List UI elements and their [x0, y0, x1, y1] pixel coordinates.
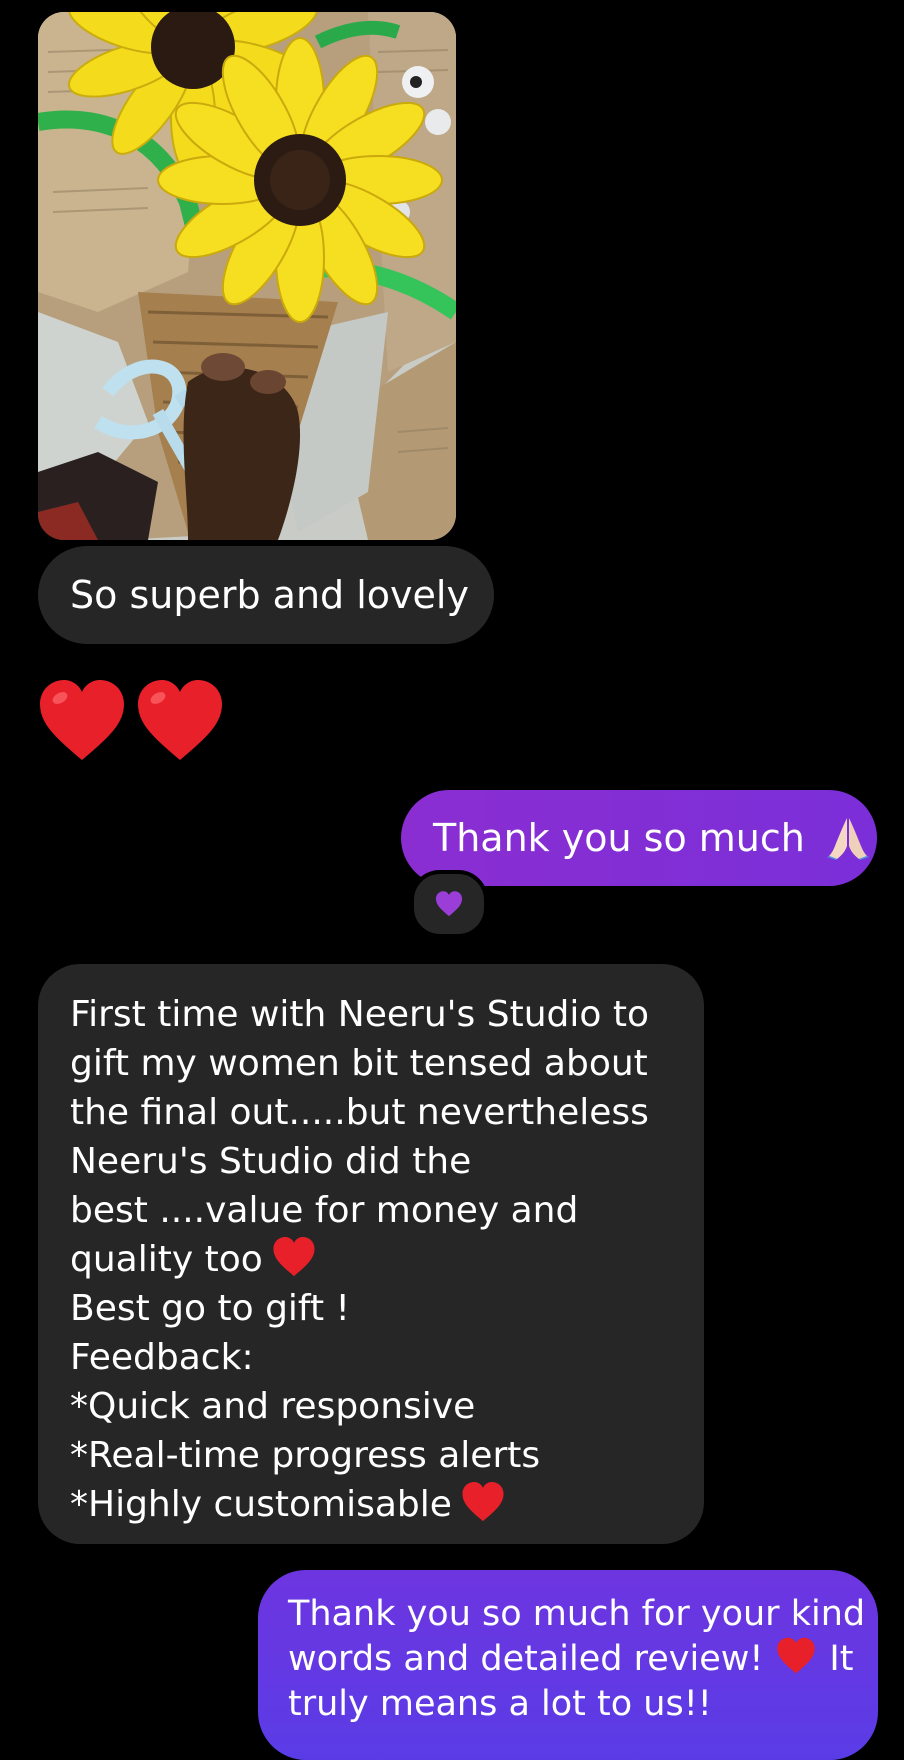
- received-message-bubble[interactable]: So superb and lovely: [38, 546, 494, 644]
- review-line: *Highly customisable: [70, 1484, 452, 1525]
- sent-message-bubble[interactable]: Thank you so much: [401, 790, 877, 886]
- review-line-with-heart: quality too: [70, 1235, 674, 1284]
- reply-line: Thank you so much for your kind: [288, 1594, 866, 1634]
- review-line: quality too: [70, 1239, 263, 1280]
- red-heart-icon: [462, 1481, 504, 1522]
- review-line: *Quick and responsive: [70, 1386, 476, 1427]
- reply-line: words and detailed review!: [288, 1639, 764, 1679]
- review-line-with-heart: *Highly customisable: [70, 1480, 674, 1529]
- reaction-badge[interactable]: [410, 870, 488, 938]
- sunflower-bouquet-photo[interactable]: [38, 12, 456, 540]
- review-line: gift my women bit tensed about: [70, 1043, 648, 1084]
- review-line: Best go to gift !: [70, 1288, 350, 1329]
- review-line: the final out.....but nevertheless: [70, 1092, 649, 1133]
- message-text: So superb and lovely: [70, 573, 469, 617]
- review-line: *Real-time progress alerts: [70, 1435, 541, 1476]
- hearts-emoji-message[interactable]: [36, 676, 226, 766]
- red-heart-icon: [40, 680, 124, 760]
- red-heart-icon: [273, 1236, 315, 1277]
- folded-hands-icon: [826, 817, 869, 860]
- review-message-bubble[interactable]: First time with Neeru's Studio to gift m…: [38, 964, 704, 1544]
- red-heart-icon: [777, 1637, 816, 1674]
- message-text: Thank you so much: [433, 816, 805, 860]
- reply-line-with-heart: words and detailed review! It: [288, 1637, 854, 1682]
- review-line: First time with Neeru's Studio to: [70, 994, 649, 1035]
- red-heart-icon: [138, 680, 222, 760]
- purple-heart-icon: [435, 891, 463, 917]
- reply-line: truly means a lot to us!!: [288, 1684, 712, 1724]
- review-line: Feedback:: [70, 1337, 254, 1378]
- sent-reply-bubble[interactable]: Thank you so much for your kind words an…: [258, 1570, 878, 1760]
- reply-line: It: [829, 1639, 854, 1679]
- review-line: Neeru's Studio did the: [70, 1141, 472, 1182]
- review-line: best ....value for money and: [70, 1190, 579, 1231]
